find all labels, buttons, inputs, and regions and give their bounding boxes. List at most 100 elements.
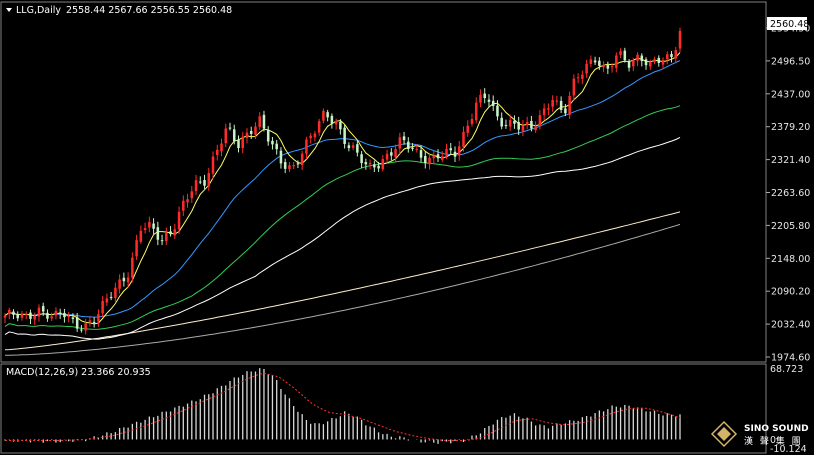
candle-body — [644, 59, 648, 66]
candle-body — [313, 133, 317, 138]
candle-body — [661, 59, 665, 65]
price-tick-label: 2032.40 — [771, 320, 810, 331]
price-tick-label: 2263.60 — [771, 188, 810, 199]
candle-body — [300, 153, 304, 166]
candle-body — [653, 59, 656, 62]
candle-body — [568, 95, 571, 115]
candle-body — [292, 165, 295, 167]
logo-name: SINO SOUND — [744, 424, 809, 434]
candle-body — [84, 323, 87, 331]
candle-body — [7, 309, 11, 315]
price-tick-label: 2321.40 — [771, 155, 810, 166]
candle-body — [470, 118, 474, 125]
candle-body — [156, 227, 160, 240]
candle-body — [402, 136, 406, 141]
candle-body — [152, 223, 155, 229]
candle-body — [177, 211, 181, 230]
candle-body — [97, 314, 100, 322]
candle-body — [555, 100, 559, 102]
candle-body — [326, 112, 329, 118]
candle-body — [576, 77, 580, 79]
candle-body — [317, 121, 321, 133]
candle-body — [610, 66, 614, 68]
current-price-label: 2560.48 — [770, 19, 809, 30]
candle-body — [143, 228, 147, 231]
candle-body — [542, 108, 546, 116]
candle-body — [606, 65, 610, 69]
macd-title: MACD(12,26,9) 23.366 20.935 — [6, 367, 151, 378]
price-tick-label: 2148.00 — [771, 254, 810, 265]
candle-body — [487, 99, 491, 102]
candle-body — [33, 315, 36, 320]
candle-body — [75, 317, 79, 329]
candle-body — [237, 140, 240, 149]
candle-body — [283, 162, 287, 169]
candle-body — [457, 146, 461, 156]
candle-body — [521, 125, 525, 131]
candle-body — [224, 128, 228, 144]
candle-body — [674, 50, 678, 59]
ohlc-values: 2558.44 2567.66 2556.55 2560.48 — [66, 5, 232, 16]
candle-body — [54, 310, 58, 316]
candle-body — [182, 200, 185, 211]
candle-body — [589, 59, 593, 64]
candle-body — [525, 122, 529, 126]
candle-body — [211, 156, 215, 174]
logo-chinese: 漢 聲 集 團 — [744, 435, 803, 447]
candle-body — [436, 154, 440, 159]
candle-body — [215, 149, 219, 155]
candle-body — [199, 181, 202, 183]
candle-body — [394, 148, 397, 158]
candle-body — [483, 93, 486, 99]
candle-body — [390, 152, 393, 156]
candle-body — [173, 229, 177, 236]
candle-body — [657, 57, 661, 63]
candle-body — [449, 148, 453, 151]
candle-body — [228, 127, 232, 129]
price-tick-label: 1974.60 — [771, 353, 810, 364]
candle-body — [411, 147, 414, 149]
candle-body — [126, 277, 130, 283]
candle-body — [271, 140, 274, 145]
candle-body — [37, 307, 41, 317]
candle-body — [71, 317, 75, 319]
candle-body — [351, 145, 355, 148]
candle-body — [330, 115, 334, 124]
candle-body — [305, 139, 308, 154]
candle-body — [670, 53, 673, 58]
candle-body — [80, 329, 83, 331]
candle-body — [462, 131, 465, 147]
candle-body — [615, 55, 618, 68]
candle-body — [678, 30, 682, 49]
candle-body — [322, 110, 325, 121]
candle-body — [29, 312, 32, 319]
candle-body — [309, 135, 312, 139]
candle-body — [194, 180, 198, 192]
candle-body — [12, 311, 15, 315]
candle-body — [190, 191, 194, 199]
candle-body — [547, 108, 550, 110]
candle-body — [665, 54, 669, 59]
candle-body — [466, 125, 470, 133]
candle-body — [67, 316, 70, 318]
candle-body — [504, 125, 508, 127]
candle-body — [3, 315, 7, 318]
candle-body — [105, 298, 109, 303]
candle-body — [551, 100, 554, 107]
candle-body — [41, 306, 45, 312]
candle-body — [160, 240, 164, 242]
candle-body — [203, 180, 206, 186]
candle-body — [266, 130, 270, 142]
candle-body — [131, 257, 134, 278]
candle-body — [58, 312, 62, 315]
chart-background — [0, 0, 814, 455]
candle-body — [339, 121, 342, 130]
candle-body — [343, 127, 346, 144]
candle-body — [135, 240, 138, 257]
candle-body — [593, 60, 597, 63]
candle-body — [491, 100, 495, 106]
candle-body — [559, 100, 563, 110]
candle-body — [508, 119, 512, 127]
candle-body — [279, 150, 283, 164]
candle-body — [377, 165, 380, 169]
